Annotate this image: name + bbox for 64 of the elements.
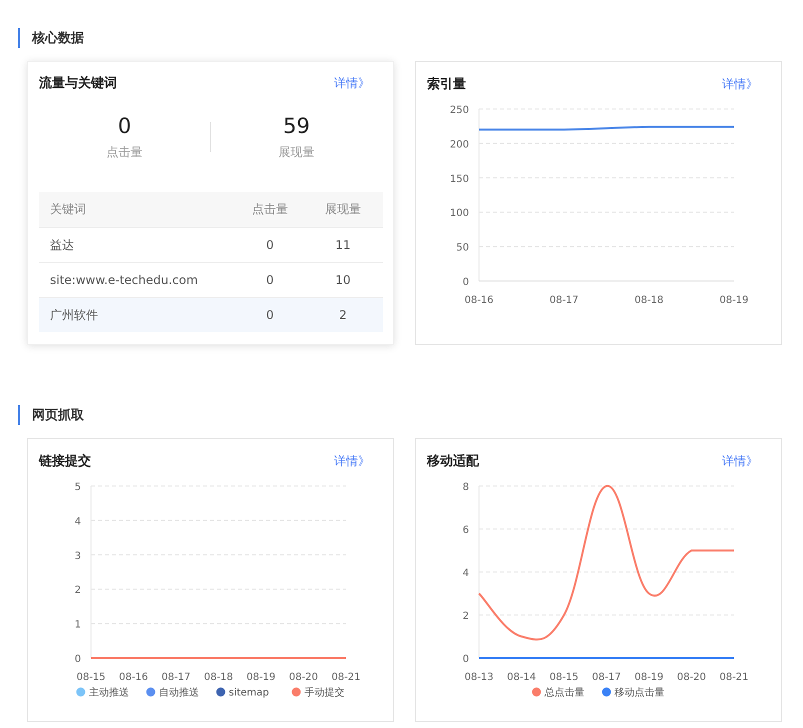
card-title: 流量与关键词 xyxy=(39,74,117,92)
details-link[interactable]: 详情》 xyxy=(722,452,758,470)
stat-value: 0 xyxy=(118,114,132,138)
section-title: 核心数据 xyxy=(32,30,84,47)
axis-tick-label: 4 xyxy=(462,568,469,579)
axis-tick-label: 3 xyxy=(74,550,81,562)
legend-label: 自动推送 xyxy=(158,688,199,698)
table-cell: 0 xyxy=(237,298,303,332)
axis-tick-label: 1 xyxy=(74,620,81,631)
legend-label: 总点击量 xyxy=(544,688,584,698)
axis-tick-label: 08-19 xyxy=(719,295,749,306)
axis-tick-label: 08-17 xyxy=(592,672,622,683)
table-cell: 广州软件 xyxy=(39,298,237,332)
table-cell: 2 xyxy=(303,298,383,332)
axis-tick-label: 08-20 xyxy=(288,672,318,683)
axis-tick-label: 08-14 xyxy=(506,672,536,683)
axis-tick-label: 08-18 xyxy=(634,295,664,306)
column-header: 关键词 xyxy=(39,192,237,228)
axis-tick-label: 8 xyxy=(462,482,469,493)
axis-tick-label: 150 xyxy=(450,174,469,185)
card-title: 移动适配 xyxy=(427,453,479,470)
axis-tick-label: 2 xyxy=(462,611,469,622)
axis-tick-label: 250 xyxy=(450,105,469,116)
axis-tick-label: 6 xyxy=(462,525,469,536)
axis-tick-label: 08-19 xyxy=(246,672,276,683)
axis-tick-label: 0 xyxy=(74,654,81,665)
legend-label: 主动推送 xyxy=(88,688,129,698)
axis-tick-label: 08-15 xyxy=(549,672,579,683)
details-link[interactable]: 详情》 xyxy=(334,74,370,92)
axis-tick-label: 08-19 xyxy=(634,672,664,683)
axis-tick-label: 0 xyxy=(462,654,469,665)
legend-label: 移动点击量 xyxy=(614,688,664,698)
stat-label: 展现量 xyxy=(278,144,314,161)
axis-tick-label: 200 xyxy=(450,139,469,150)
stat-label: 点击量 xyxy=(106,144,142,161)
table-cell: 0 xyxy=(237,228,303,262)
axis-tick-label: 5 xyxy=(74,482,81,493)
axis-tick-label: 100 xyxy=(450,208,469,220)
stat-value: 59 xyxy=(283,114,310,138)
legend-label: 手动提交 xyxy=(304,688,344,698)
section-title: 网页抓取 xyxy=(32,407,84,424)
axis-tick-label: 08-18 xyxy=(204,672,234,683)
table-cell: 11 xyxy=(303,228,383,262)
axis-tick-label: 08-17 xyxy=(549,295,579,306)
axis-tick-label: 4 xyxy=(74,516,81,528)
axis-tick-label: 50 xyxy=(456,242,469,254)
legend-label: sitemap xyxy=(228,688,270,698)
axis-tick-label: 2 xyxy=(74,585,81,596)
axis-tick-label: 08-15 xyxy=(76,672,106,683)
column-header: 展现量 xyxy=(303,192,383,228)
details-link[interactable]: 详情》 xyxy=(334,452,370,470)
axis-tick-label: 0 xyxy=(462,277,469,288)
axis-tick-label: 08-21 xyxy=(331,672,361,683)
table-cell: 益达 xyxy=(39,228,237,262)
axis-tick-label: 08-20 xyxy=(676,672,706,683)
details-link[interactable]: 详情》 xyxy=(722,76,758,92)
axis-tick-label: 08-16 xyxy=(464,295,494,306)
axis-tick-label: 08-17 xyxy=(161,672,191,683)
column-header: 点击量 xyxy=(237,192,303,228)
card-title: 索引量 xyxy=(427,76,466,93)
axis-tick-label: 08-16 xyxy=(118,672,148,683)
axis-tick-label: 08-21 xyxy=(719,672,749,683)
card-title: 链接提交 xyxy=(39,452,91,470)
axis-tick-label: 08-13 xyxy=(464,672,494,683)
